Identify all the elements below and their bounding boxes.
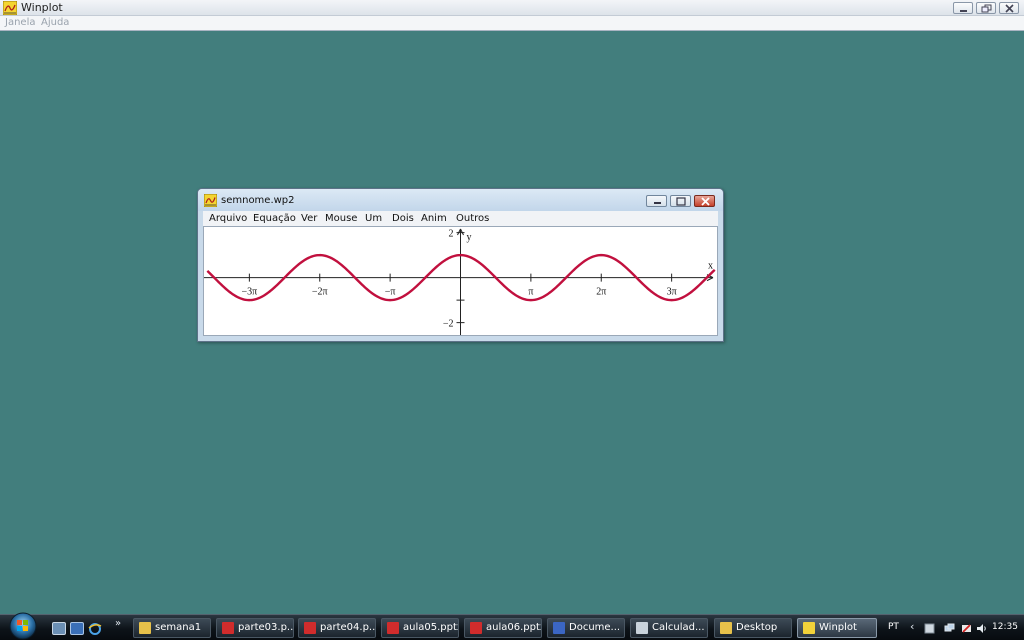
menu-outros[interactable]: Outros	[456, 213, 489, 224]
taskbar-item-label: aula05.pptx	[403, 622, 459, 633]
power-alert-icon[interactable]	[961, 623, 972, 634]
menu-um[interactable]: Um	[365, 213, 382, 224]
taskbar-item-label: semana1	[155, 622, 202, 633]
graph-window-menubar: Arquivo Equação Ver Mouse Um Dois Anim O…	[203, 211, 718, 226]
minimize-icon	[654, 202, 661, 204]
show-desktop-icon[interactable]	[52, 622, 66, 635]
clock[interactable]: 12:35	[992, 622, 1018, 632]
y-axis-label: y	[467, 232, 472, 243]
restore-button[interactable]	[976, 2, 996, 14]
x-tick-label: 3π	[667, 287, 677, 298]
taskbar-item[interactable]: Winplot	[797, 618, 877, 638]
winplot-icon	[803, 622, 815, 634]
app-menubar: Janela Ajuda	[0, 16, 1024, 31]
graph-window-titlebar[interactable]: semnome.wp2	[198, 189, 723, 211]
maximize-icon	[676, 197, 686, 206]
tray-chevron-icon[interactable]: ‹	[910, 620, 914, 633]
pdf-icon	[470, 622, 482, 634]
app-titlebar: Winplot	[0, 0, 1024, 16]
y-tick-label: 2	[449, 229, 454, 240]
taskbar-item-label: Winplot	[819, 622, 857, 633]
taskbar-item[interactable]: aula06.pptx	[464, 618, 542, 638]
close-button[interactable]	[999, 2, 1019, 14]
folder-icon	[720, 622, 732, 634]
winplot-doc-icon	[204, 194, 217, 207]
menu-ajuda[interactable]: Ajuda	[41, 17, 69, 28]
app-title: Winplot	[21, 1, 63, 14]
pdf-icon	[387, 622, 399, 634]
minimize-icon	[960, 10, 967, 12]
winplot-app-icon	[3, 1, 17, 15]
menu-ver[interactable]: Ver	[301, 213, 317, 224]
graph-window: semnome.wp2 Arquivo Equação Ver Mouse Um…	[197, 188, 724, 342]
menu-mouse[interactable]: Mouse	[325, 213, 357, 224]
taskbar-item[interactable]: parte03.p...	[216, 618, 294, 638]
internet-explorer-icon[interactable]	[88, 622, 102, 635]
switch-windows-icon[interactable]	[70, 622, 84, 635]
folder-icon	[139, 622, 151, 634]
calculator-icon	[636, 622, 648, 634]
restore-icon	[981, 4, 992, 13]
taskbar-item-label: parte04.p...	[320, 622, 376, 633]
start-button[interactable]	[2, 610, 40, 640]
tray-app-icon[interactable]	[924, 623, 935, 634]
taskbar-item-label: Docume...	[569, 622, 621, 633]
word-icon	[553, 622, 565, 634]
taskbar-item-label: aula06.pptx	[486, 622, 542, 633]
x-tick-label: 2π	[596, 287, 606, 298]
x-tick-label: −π	[385, 287, 396, 298]
quick-launch-chevron-icon[interactable]: »	[115, 618, 121, 629]
child-minimize-button[interactable]	[646, 195, 667, 207]
y-tick-label: −2	[443, 319, 454, 330]
x-tick-label: −2π	[312, 287, 328, 298]
menu-janela[interactable]: Janela	[5, 17, 35, 28]
taskbar-item[interactable]: Calculad...	[630, 618, 708, 638]
volume-icon[interactable]	[976, 623, 987, 634]
close-icon	[1005, 4, 1014, 13]
taskbar-item-label: Calculad...	[652, 622, 705, 633]
taskbar-item[interactable]: parte04.p...	[298, 618, 376, 638]
x-tick-label: −3π	[242, 287, 258, 298]
taskbar: » semana1 parte03.p... parte04.p... aula05.…	[0, 612, 1024, 640]
taskbar-item-label: Desktop	[736, 622, 778, 633]
function-plot[interactable]: −3π −2π −π π 2π 3π 2 −2 x y	[204, 227, 717, 335]
menu-equacao[interactable]: Equação	[253, 213, 296, 224]
graph-window-title: semnome.wp2	[221, 195, 295, 206]
network-icon[interactable]	[944, 623, 955, 634]
plot-area[interactable]: −3π −2π −π π 2π 3π 2 −2 x y	[203, 226, 718, 336]
menu-dois[interactable]: Dois	[392, 213, 414, 224]
menu-anim[interactable]: Anim	[421, 213, 447, 224]
child-close-button[interactable]	[694, 195, 715, 207]
taskbar-item[interactable]: Desktop	[714, 618, 792, 638]
pdf-icon	[222, 622, 234, 634]
language-indicator[interactable]: PT	[888, 622, 899, 632]
x-tick-label: π	[528, 287, 533, 298]
pdf-icon	[304, 622, 316, 634]
minimize-button[interactable]	[953, 2, 973, 14]
taskbar-item[interactable]: aula05.pptx	[381, 618, 459, 638]
taskbar-item[interactable]: Docume...	[547, 618, 625, 638]
close-icon	[701, 197, 710, 206]
taskbar-item[interactable]: semana1	[133, 618, 211, 638]
taskbar-item-label: parte03.p...	[238, 622, 294, 633]
menu-arquivo[interactable]: Arquivo	[209, 213, 247, 224]
child-maximize-button[interactable]	[670, 195, 691, 207]
x-axis-label: x	[708, 261, 713, 272]
